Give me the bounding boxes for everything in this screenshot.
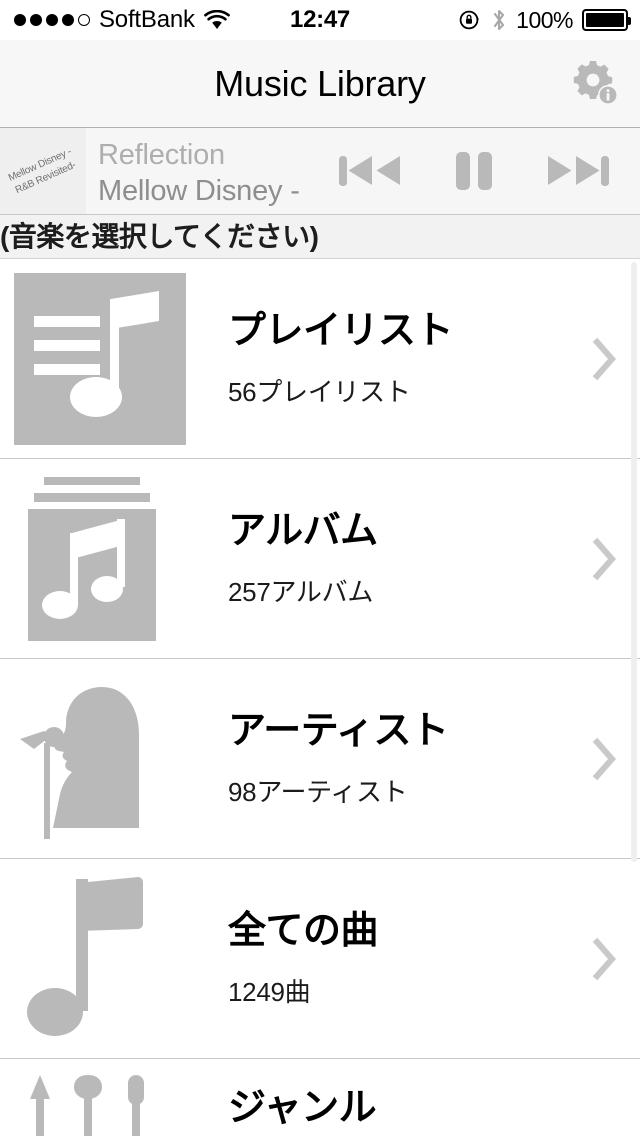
pause-button[interactable] bbox=[422, 128, 526, 214]
row-text-container: ジャンル bbox=[200, 1059, 570, 1136]
next-track-icon bbox=[548, 156, 609, 186]
list-item-title: ジャンル bbox=[228, 1087, 377, 1129]
vertical-scrollbar[interactable] bbox=[631, 262, 637, 862]
settings-button[interactable] bbox=[566, 54, 626, 112]
chevron-right-icon bbox=[592, 337, 617, 380]
genre-icon bbox=[30, 1075, 144, 1136]
list-item-albums[interactable]: アルバム 257アルバム bbox=[0, 459, 640, 659]
music-note-icon bbox=[27, 876, 143, 1036]
battery-percent-label: 100% bbox=[516, 6, 573, 33]
row-icon-container bbox=[0, 859, 200, 1059]
now-playing-subtitle: Mellow Disney - bbox=[98, 175, 300, 208]
chevron-right-icon bbox=[592, 737, 617, 780]
artist-icon bbox=[20, 686, 139, 839]
navigation-bar: Music Library bbox=[0, 40, 640, 128]
list-item-genres[interactable]: ジャンル bbox=[0, 1059, 640, 1136]
list-item-subtitle: 56プレイリスト bbox=[228, 377, 411, 408]
list-item-subtitle: 98アーティスト bbox=[228, 777, 408, 808]
list-item-subtitle: 257アルバム bbox=[228, 577, 374, 608]
row-text-container: アルバム 257アルバム bbox=[200, 510, 570, 606]
list-item-playlists[interactable]: プレイリスト 56プレイリスト bbox=[0, 259, 640, 459]
row-icon-container bbox=[0, 459, 200, 659]
status-bar-right: 100% bbox=[458, 6, 631, 34]
row-icon-container bbox=[0, 1059, 200, 1136]
next-track-button[interactable] bbox=[526, 128, 630, 214]
gear-info-icon bbox=[573, 61, 618, 105]
now-playing-title: Reflection bbox=[98, 139, 225, 171]
transport-controls bbox=[318, 128, 640, 214]
list-item-title: アルバム bbox=[228, 510, 378, 553]
album-artwork[interactable]: Mellow Disney - R&B Revisited- bbox=[0, 128, 86, 214]
now-playing-bar: Mellow Disney - R&B Revisited- Reflectio… bbox=[0, 128, 640, 215]
row-icon-container bbox=[0, 659, 200, 859]
row-text-container: 全ての曲 1249曲 bbox=[200, 910, 570, 1006]
list-item-artists[interactable]: アーティスト 98アーティスト bbox=[0, 659, 640, 859]
album-artwork-text: Mellow Disney - R&B Revisited- bbox=[7, 145, 78, 196]
music-library-screen: SoftBank 12:47 100% Music Library Mellow… bbox=[0, 0, 640, 1136]
row-text-container: プレイリスト 56プレイリスト bbox=[200, 310, 570, 406]
playlist-icon bbox=[14, 272, 186, 445]
section-header: (音楽を選択してください) bbox=[0, 215, 640, 259]
battery-full-icon bbox=[582, 9, 631, 31]
list-item-title: 全ての曲 bbox=[228, 910, 379, 953]
bluetooth-icon bbox=[494, 9, 505, 31]
row-icon-container bbox=[0, 259, 200, 459]
list-item-title: プレイリスト bbox=[228, 310, 454, 353]
status-bar: SoftBank 12:47 100% bbox=[0, 0, 640, 40]
album-icon bbox=[28, 476, 156, 641]
rotation-lock-icon bbox=[459, 10, 480, 30]
chevron-right-icon bbox=[592, 537, 617, 580]
library-list: プレイリスト 56プレイリスト アルバム 257アルバム アーティスト 98アー… bbox=[0, 259, 640, 1136]
row-chevron-container bbox=[570, 337, 640, 381]
section-header-label: (音楽を選択してください) bbox=[0, 220, 319, 252]
previous-track-button[interactable] bbox=[318, 128, 422, 214]
row-chevron-container bbox=[570, 737, 640, 781]
previous-track-icon bbox=[339, 156, 400, 186]
list-item-all-songs[interactable]: 全ての曲 1249曲 bbox=[0, 859, 640, 1059]
row-chevron-container bbox=[570, 537, 640, 581]
page-title: Music Library bbox=[214, 62, 426, 104]
list-item-subtitle: 1249曲 bbox=[228, 977, 311, 1008]
chevron-right-icon bbox=[592, 937, 617, 980]
pause-icon bbox=[456, 152, 492, 190]
now-playing-info[interactable]: Reflection Mellow Disney - bbox=[86, 128, 318, 214]
row-chevron-container bbox=[570, 937, 640, 981]
list-item-title: アーティスト bbox=[228, 710, 449, 753]
row-text-container: アーティスト 98アーティスト bbox=[200, 710, 570, 806]
